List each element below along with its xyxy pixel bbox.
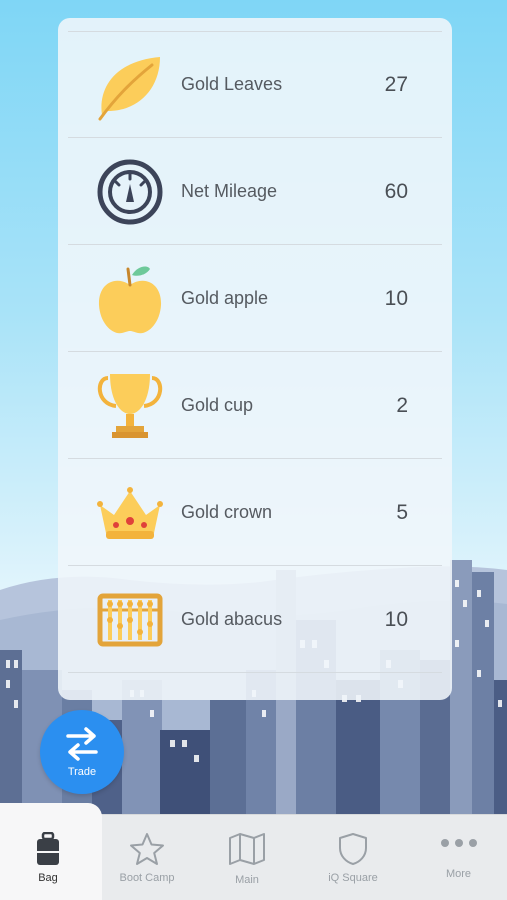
item-name: Gold cup [181,395,254,415]
trade-button[interactable]: Trade [40,710,124,794]
item-name: Gold abacus [181,609,283,629]
tab-label: Boot Camp [119,872,175,884]
item-name: Gold apple [181,288,269,308]
map-icon [229,833,265,865]
trade-label: Trade [67,766,97,778]
tab-label: More [445,868,472,880]
more-dots-icon [440,839,477,847]
list-item[interactable]: Gold Leaves 27 [68,31,442,138]
tab-label: iQ Square [328,872,378,884]
tab-main[interactable]: Main [198,814,296,900]
tab-label: Main [235,874,259,886]
gold-crown-icon [97,487,163,539]
gold-abacus-icon [97,593,163,647]
item-count: 27 [384,73,408,96]
shield-icon [339,833,367,865]
tab-bag[interactable]: Bag [0,814,96,900]
list-item[interactable]: Gold crown 5 [68,459,442,566]
item-count: 60 [384,180,408,203]
star-icon [130,833,164,865]
list-item[interactable]: Gold abacus 10 [68,566,442,673]
list-item[interactable]: Gold apple 10 [68,245,442,352]
item-name: Gold crown [181,502,273,522]
item-count: 2 [396,394,408,417]
inventory-card: Gold Leaves 27 Net Mileage 60 Gold apple… [58,18,452,700]
swap-arrows-icon [66,727,98,761]
gold-cup-icon [97,374,163,438]
gold-leaf-icon [98,57,160,121]
item-count: 10 [384,608,408,631]
tab-more[interactable]: More [410,814,507,900]
list-item[interactable]: Gold cup 2 [68,352,442,459]
list-item[interactable]: Net Mileage 60 [68,138,442,245]
gold-apple-icon [98,266,162,334]
item-count: 5 [396,501,408,524]
tab-iq-square[interactable]: iQ Square [303,814,403,900]
gauge-icon [97,159,163,225]
tab-label: Bag [38,872,58,884]
bag-icon [37,832,59,865]
item-name: Gold Leaves [181,74,283,94]
tab-boot-camp[interactable]: Boot Camp [98,814,196,900]
item-count: 10 [384,287,408,310]
item-name: Net Mileage [181,181,278,201]
